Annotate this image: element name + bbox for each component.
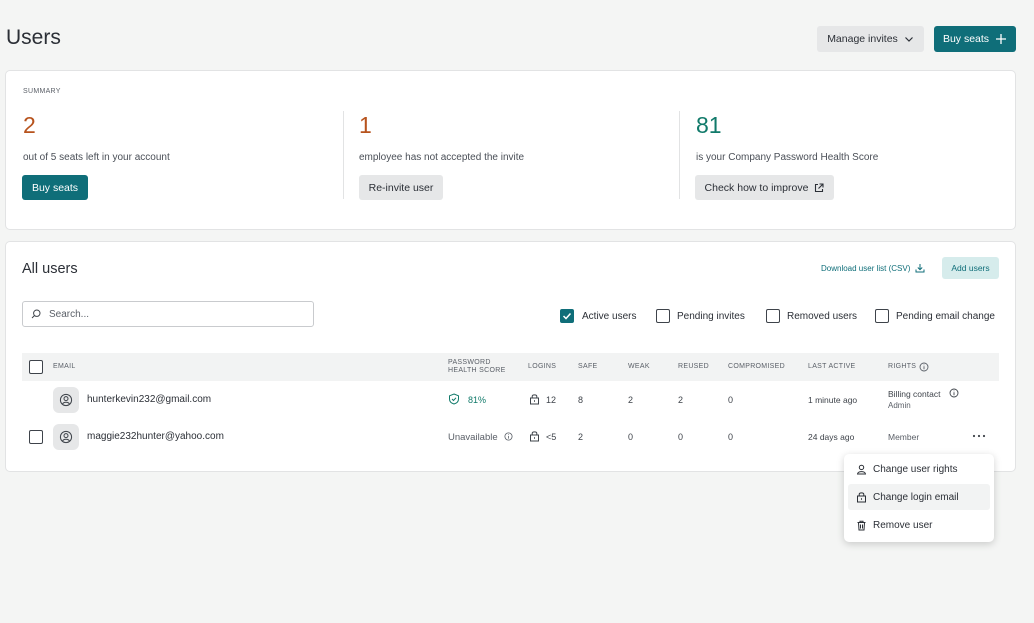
remove-user-item[interactable]: Remove user	[848, 512, 990, 538]
search-icon	[31, 309, 41, 319]
lock-icon	[530, 431, 539, 442]
more-options-icon[interactable]	[971, 431, 987, 441]
avatar	[53, 387, 79, 413]
health-score-text: is your Company Password Health Score	[696, 152, 879, 163]
pending-email-change-label[interactable]: Pending email change	[896, 311, 995, 322]
user-avatar-icon	[59, 430, 73, 444]
trash-icon	[856, 520, 868, 531]
page-title: Users	[6, 26, 61, 49]
download-csv-label: Download user list (CSV)	[821, 263, 911, 273]
download-csv-link[interactable]: Download user list (CSV)	[821, 263, 925, 273]
user-email: maggie232hunter@yahoo.com	[87, 431, 224, 442]
header-logins: LOGINS	[528, 363, 557, 370]
rights-cell: Member	[888, 432, 920, 442]
buy-seats-header-button[interactable]: Buy seats	[934, 26, 1016, 52]
compromised-cell: 0	[728, 432, 734, 442]
pending-invites-checkbox[interactable]	[656, 309, 670, 323]
header-compromised: COMPROMISED	[728, 363, 785, 370]
active-users-checkbox[interactable]	[560, 309, 574, 323]
user-icon	[856, 464, 868, 475]
check-improve-label: Check how to improve	[704, 181, 809, 194]
weak-cell: 2	[628, 395, 634, 405]
seats-left-text: out of 5 seats left in your account	[23, 152, 170, 163]
divider	[679, 111, 680, 199]
user-avatar-icon	[59, 393, 73, 407]
logins-cell: <5	[546, 432, 557, 442]
header-weak: WEAK	[628, 363, 650, 370]
external-link-icon	[815, 182, 824, 192]
compromised-cell: 0	[728, 395, 734, 405]
last-active-cell: 1 minute ago	[808, 395, 858, 405]
plus-icon	[996, 34, 1007, 44]
change-login-email-item[interactable]: Change login email	[848, 484, 990, 510]
header-rights: RIGHTS	[888, 363, 917, 370]
seats-left-value: 2	[23, 112, 36, 138]
select-all-checkbox[interactable]	[29, 360, 43, 374]
safe-cell: 2	[578, 432, 584, 442]
header-safe: SAFE	[578, 363, 598, 370]
health-score-cell: Unavailable	[448, 432, 498, 443]
row-actions-menu: Change user rights Change login email Re…	[844, 454, 994, 542]
buy-seats-button[interactable]: Buy seats	[22, 175, 88, 200]
removed-users-label[interactable]: Removed users	[787, 311, 857, 322]
summary-label: SUMMARY	[23, 88, 61, 95]
check-icon	[562, 312, 572, 320]
header-email: EMAIL	[53, 363, 76, 370]
all-users-title: All users	[22, 261, 78, 277]
pending-email-change-checkbox[interactable]	[875, 309, 889, 323]
info-icon[interactable]	[504, 432, 513, 441]
avatar	[53, 424, 79, 450]
removed-users-checkbox[interactable]	[766, 309, 780, 323]
safe-cell: 8	[578, 395, 584, 405]
header-health-line1: PASSWORD	[448, 359, 491, 366]
pending-invites-value: 1	[359, 112, 372, 138]
last-active-cell: 24 days ago	[808, 432, 855, 442]
manage-invites-label: Manage invites	[827, 33, 898, 45]
add-users-button[interactable]: Add users	[942, 257, 999, 279]
reused-cell: 2	[678, 395, 684, 405]
reinvite-user-button[interactable]: Re-invite user	[359, 175, 443, 200]
logins-cell: 12	[546, 395, 557, 405]
pending-invites-label[interactable]: Pending invites	[677, 311, 745, 322]
rights-sub-cell: Admin	[888, 401, 911, 410]
download-icon	[915, 264, 925, 273]
row-checkbox[interactable]	[29, 430, 43, 444]
summary-card: SUMMARY 2 out of 5 seats left in your ac…	[5, 70, 1016, 230]
lock-icon	[530, 394, 539, 405]
rights-cell: Billing contact	[888, 389, 941, 399]
divider	[343, 111, 344, 199]
check-improve-button[interactable]: Check how to improve	[695, 175, 834, 200]
search-field[interactable]	[22, 301, 314, 327]
user-email: hunterkevin232@gmail.com	[87, 394, 212, 405]
menu-item-label: Change login email	[873, 491, 959, 503]
menu-item-label: Remove user	[873, 519, 933, 531]
header-health-line2: HEALTH SCORE	[448, 367, 506, 374]
header-reused: REUSED	[678, 363, 709, 370]
header-last-active: LAST ACTIVE	[808, 363, 856, 370]
search-input[interactable]	[47, 307, 301, 321]
manage-invites-button[interactable]: Manage invites	[817, 26, 924, 52]
chevron-down-icon	[904, 37, 913, 42]
active-users-label[interactable]: Active users	[582, 311, 636, 322]
info-icon	[919, 362, 929, 372]
weak-cell: 0	[628, 432, 634, 442]
info-icon[interactable]	[949, 388, 959, 398]
health-score-cell: 81%	[468, 395, 487, 405]
menu-item-label: Change user rights	[873, 463, 958, 475]
health-score-value: 81	[696, 112, 722, 138]
shield-check-icon	[449, 393, 459, 405]
change-user-rights-item[interactable]: Change user rights	[848, 456, 990, 482]
buy-seats-header-label: Buy seats	[942, 33, 990, 45]
lock-icon	[856, 491, 868, 503]
reused-cell: 0	[678, 432, 684, 442]
pending-invites-text: employee has not accepted the invite	[359, 152, 525, 163]
